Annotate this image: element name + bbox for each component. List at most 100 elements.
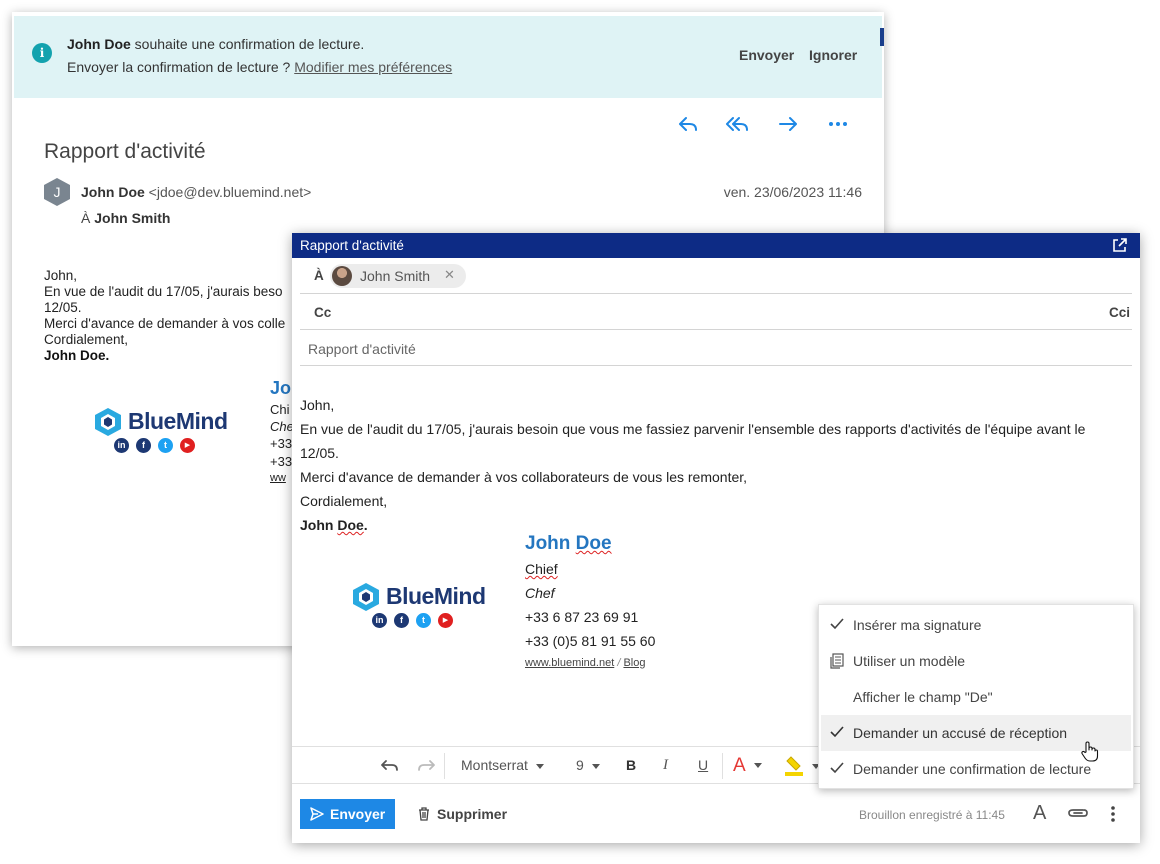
- message-subject: Rapport d'activité: [44, 140, 206, 163]
- toolbar-separator: [722, 753, 723, 779]
- bcc-label[interactable]: Cci: [1109, 305, 1130, 320]
- template-icon: [830, 653, 844, 669]
- modify-preferences-link[interactable]: Modifier mes préférences: [294, 59, 452, 75]
- bluemind-logo: BlueMind in f t ▶: [350, 581, 486, 631]
- body-line: Merci d'avance de demander à vos collabo…: [300, 469, 748, 485]
- recipient-name[interactable]: John Smith: [94, 210, 170, 226]
- undo-icon[interactable]: [380, 758, 400, 774]
- draft-status: Brouillon enregistré à 11:45: [859, 808, 1005, 822]
- reply-icon[interactable]: [676, 112, 700, 136]
- body-line: Merci d'avance de demander à vos colle: [44, 316, 286, 331]
- font-family-select[interactable]: Montserrat: [461, 757, 544, 773]
- to-field[interactable]: À John Smith ✕: [300, 258, 1132, 294]
- remove-recipient-icon[interactable]: ✕: [444, 267, 455, 283]
- delete-label: Supprimer: [437, 806, 508, 822]
- bluemind-hex-icon: [353, 583, 379, 611]
- menu-item-use-template[interactable]: Utiliser un modèle: [819, 643, 1133, 679]
- read-receipt-banner: i John Doe souhaite une confirmation de …: [14, 16, 882, 98]
- signature-web-fragment[interactable]: ww: [270, 472, 286, 484]
- send-label: Envoyer: [330, 806, 386, 822]
- font-color-icon: A: [733, 755, 746, 776]
- more-options-icon[interactable]: [1108, 805, 1118, 823]
- signoff-misspelled: Doe: [337, 517, 364, 533]
- send-button[interactable]: Envoyer: [300, 799, 395, 829]
- compose-title: Rapport d'activité: [300, 238, 404, 253]
- ignore-receipt-button[interactable]: Ignorer: [809, 47, 857, 63]
- font-size-select[interactable]: 9: [576, 757, 600, 773]
- signature-last-name: Doe: [575, 533, 612, 554]
- check-icon: [830, 726, 844, 738]
- font-size-value: 9: [576, 757, 584, 773]
- signature-name-fragment: Jo: [270, 378, 292, 398]
- toolbar-separator: [444, 753, 445, 779]
- twitter-icon[interactable]: t: [416, 613, 431, 628]
- cc-field[interactable]: Cc Cci: [300, 294, 1132, 330]
- signature-phone: +33 (0)5 81 91 55 60: [525, 633, 656, 649]
- sender-name[interactable]: John Doe: [81, 184, 145, 200]
- text-format-icon[interactable]: A: [1033, 802, 1046, 825]
- chevron-down-icon: [591, 763, 600, 769]
- menu-item-label: Afficher le champ "De": [853, 689, 993, 705]
- banner-request-text: souhaite une confirmation de lecture.: [130, 36, 365, 52]
- facebook-icon[interactable]: f: [136, 438, 151, 453]
- window-edge-decoration: [880, 28, 884, 46]
- body-line: 12/05.: [44, 300, 82, 315]
- to-prefix: À: [81, 210, 95, 226]
- bold-button[interactable]: B: [626, 757, 636, 773]
- more-actions-icon[interactable]: [826, 112, 850, 136]
- signature-phone: +33 6 87 23 69 91: [525, 609, 639, 625]
- linkedin-icon[interactable]: in: [114, 438, 129, 453]
- body-line: 12/05.: [300, 445, 339, 461]
- subject-field[interactable]: Rapport d'activité: [300, 330, 1132, 366]
- menu-item-label: Utiliser un modèle: [853, 653, 966, 669]
- attachment-icon[interactable]: [1067, 806, 1089, 820]
- menu-item-insert-signature[interactable]: Insérer ma signature: [819, 607, 1133, 643]
- body-line: Cordialement,: [300, 493, 388, 509]
- facebook-icon[interactable]: f: [394, 613, 409, 628]
- twitter-icon[interactable]: t: [158, 438, 173, 453]
- signature-block: John Doe Chief Chef +33 6 87 23 69 91 +3…: [525, 533, 655, 669]
- menu-item-show-from-field[interactable]: Afficher le champ "De": [819, 679, 1133, 715]
- font-color-button[interactable]: A: [733, 755, 762, 777]
- recipient-line: À John Smith: [81, 210, 170, 226]
- cc-label[interactable]: Cc: [314, 305, 331, 320]
- banner-sender-name: John Doe: [67, 36, 131, 52]
- bluemind-wordmark: BlueMind: [386, 583, 486, 609]
- sender-line: John Doe <jdoe@dev.bluemind.net>: [81, 184, 311, 200]
- message-date: ven. 23/06/2023 11:46: [723, 184, 862, 200]
- to-label: À: [314, 268, 324, 283]
- sender-email: <jdoe@dev.bluemind.net>: [148, 184, 312, 200]
- redo-icon[interactable]: [416, 758, 436, 774]
- italic-button[interactable]: I: [663, 757, 668, 774]
- linkedin-icon[interactable]: in: [372, 613, 387, 628]
- check-icon: [830, 618, 844, 630]
- body-line: John Doe.: [300, 513, 1120, 537]
- youtube-icon[interactable]: ▶: [438, 613, 453, 628]
- youtube-icon[interactable]: ▶: [180, 438, 195, 453]
- signoff-first: John: [300, 517, 338, 533]
- message-body: John, En vue de l'audit du 17/05, j'aura…: [44, 268, 324, 364]
- chevron-down-icon: [535, 763, 544, 769]
- blog-link[interactable]: Blog: [623, 657, 645, 669]
- body-line: En vue de l'audit du 17/05, j'aurais bes…: [44, 284, 283, 299]
- subject-value: Rapport d'activité: [308, 341, 416, 357]
- body-line: Cordialement,: [44, 332, 129, 347]
- signature-phone-fragment: +33: [270, 436, 293, 451]
- compose-body[interactable]: John, En vue de l'audit du 17/05, j'aura…: [300, 393, 1120, 537]
- underline-button[interactable]: U: [698, 757, 708, 773]
- signature-links: www.bluemind.net / Blog: [525, 657, 655, 669]
- send-receipt-button[interactable]: Envoyer: [739, 47, 794, 63]
- menu-item-label: Insérer ma signature: [853, 617, 982, 633]
- delete-button[interactable]: Supprimer: [418, 806, 507, 822]
- signature-phone-fragment: +33: [270, 454, 293, 469]
- hand-cursor-icon: [1081, 741, 1099, 762]
- highlight-icon[interactable]: [785, 755, 805, 777]
- website-link[interactable]: www.bluemind.net: [525, 657, 614, 669]
- reply-all-icon[interactable]: [725, 112, 751, 136]
- open-external-icon[interactable]: [1111, 237, 1128, 254]
- check-icon: [830, 762, 844, 774]
- forward-icon[interactable]: [776, 112, 800, 136]
- menu-item-label: Demander un accusé de réception: [853, 725, 1068, 741]
- menu-item-label: Demander une confirmation de lecture: [853, 761, 1092, 777]
- recipient-chip[interactable]: John Smith ✕: [330, 264, 466, 288]
